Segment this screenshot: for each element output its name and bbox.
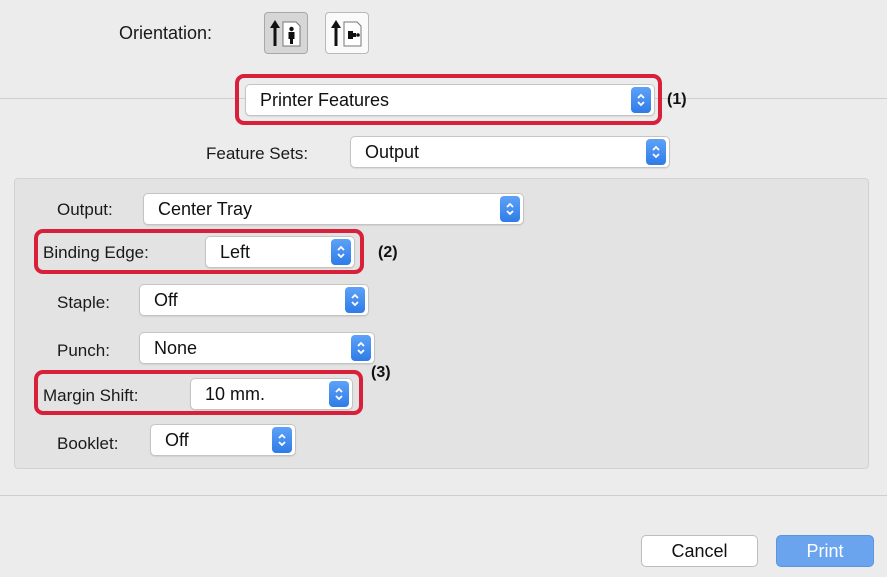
orientation-label: Orientation: — [119, 23, 213, 43]
booklet-popup[interactable]: Off — [150, 424, 296, 456]
output-popup[interactable]: Center Tray — [143, 193, 524, 225]
landscape-orientation-button[interactable] — [325, 12, 369, 54]
chevron-updown-icon — [500, 196, 520, 222]
callout-1: (1) — [667, 91, 687, 108]
margin-shift-label: Margin Shift: — [43, 386, 139, 405]
panel-select-value: Printer Features — [260, 89, 390, 110]
chevron-updown-icon — [351, 335, 371, 361]
punch-label: Punch: — [57, 341, 110, 360]
output-label: Output: — [57, 200, 113, 219]
margin-shift-popup[interactable]: 10 mm. — [190, 378, 353, 410]
feature-sets-popup[interactable]: Output — [350, 136, 670, 168]
chevron-updown-icon — [631, 87, 651, 113]
staple-value: Off — [154, 289, 178, 310]
margin-shift-value: 10 mm. — [205, 383, 266, 404]
booklet-value: Off — [165, 429, 189, 450]
chevron-updown-icon — [345, 287, 365, 313]
punch-popup[interactable]: None — [139, 332, 375, 364]
portrait-orientation-button[interactable] — [264, 12, 308, 54]
feature-sets-value: Output — [365, 141, 420, 162]
punch-value: None — [154, 337, 198, 358]
output-value: Center Tray — [158, 198, 253, 219]
staple-popup[interactable]: Off — [139, 284, 369, 316]
callout-3: (3) — [371, 364, 391, 381]
landscape-orientation-icon — [331, 20, 362, 47]
footer-divider — [0, 495, 887, 496]
binding-edge-value: Left — [220, 241, 251, 262]
feature-sets-label: Feature Sets: — [206, 144, 309, 163]
callout-2: (2) — [378, 244, 398, 261]
binding-edge-label: Binding Edge: — [43, 243, 149, 262]
print-button[interactable]: Print — [776, 535, 874, 567]
panel-select-popup[interactable]: Printer Features — [245, 84, 655, 116]
binding-edge-popup[interactable]: Left — [205, 236, 355, 268]
chevron-updown-icon — [331, 239, 351, 265]
chevron-updown-icon — [646, 139, 666, 165]
chevron-updown-icon — [329, 381, 349, 407]
staple-label: Staple: — [57, 293, 110, 312]
chevron-updown-icon — [272, 427, 292, 453]
booklet-label: Booklet: — [57, 434, 119, 453]
cancel-button[interactable]: Cancel — [641, 535, 758, 567]
portrait-orientation-icon — [270, 20, 301, 47]
